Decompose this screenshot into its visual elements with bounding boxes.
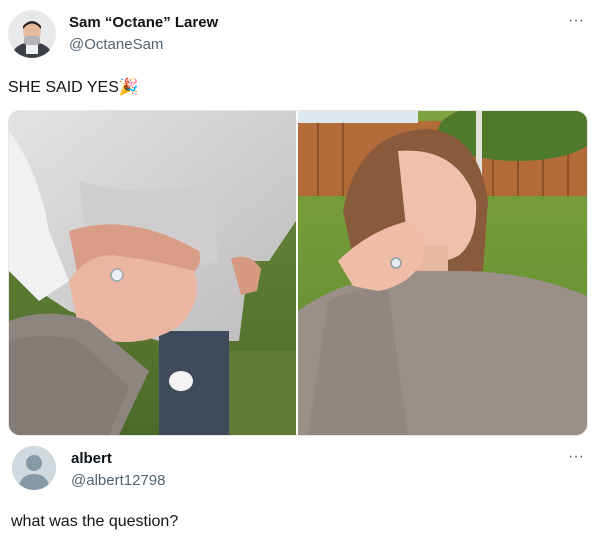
tweet-author-handle[interactable]: @OctaneSam [69,36,163,53]
reply-text: what was the question? [11,513,179,530]
party-popper-icon: 🎉 [118,79,139,96]
reply-author-name[interactable]: albert [71,450,112,467]
tweet-text-content: SHE SAID YES [8,79,119,96]
tweet-media[interactable] [8,110,588,436]
tweet-author-name[interactable]: Sam “Octane” Larew [69,14,218,31]
photo-ring-hand[interactable] [9,111,296,435]
more-dots-icon[interactable]: ··· [568,13,584,29]
default-user-avatar[interactable] [12,446,56,490]
tweet-author-avatar[interactable] [8,10,56,58]
woman-showing-ring-image [298,111,587,435]
tweet-text: SHE SAID YES🎉 [8,77,139,97]
reply-author-handle[interactable]: @albert12798 [71,472,165,489]
ring-hand-image [9,111,296,435]
photo-woman-smiling[interactable] [298,111,587,435]
reply-more-dots-icon[interactable]: ··· [568,449,584,465]
